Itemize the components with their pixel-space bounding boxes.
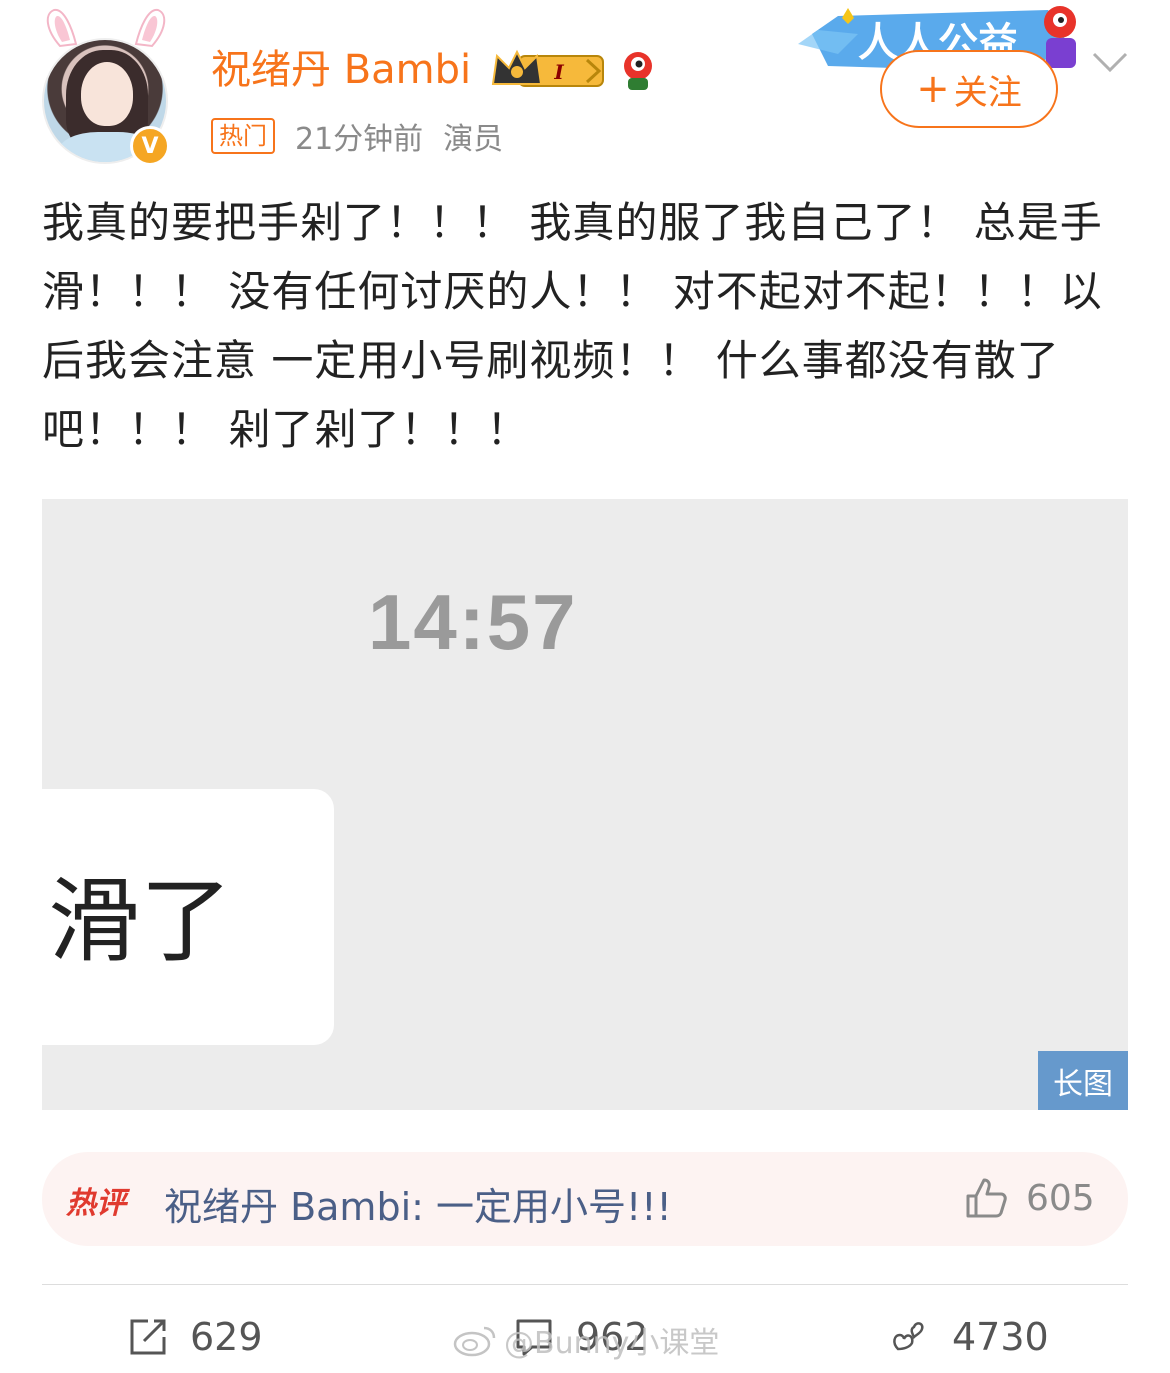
like-count: 4730: [952, 1315, 1049, 1359]
like-icon: [893, 1322, 924, 1351]
user-role: 演员: [443, 122, 504, 157]
image-time-text: 14:57: [368, 578, 578, 666]
post-image[interactable]: 14:57 滑了 长图: [42, 499, 1128, 1110]
post-meta: 热门 21分钟前 演员: [211, 116, 504, 157]
hot-comment-tag: 热评: [66, 1186, 126, 1221]
watermark-text: @Bunny小课堂: [504, 1326, 720, 1361]
avatar-face: [81, 62, 133, 126]
chevron-down-icon[interactable]: [1090, 48, 1130, 76]
hot-comment-like-button[interactable]: 605: [962, 1174, 1095, 1222]
hot-comment[interactable]: 热评 祝绪丹 Bambi: 一定用小号!!! 605: [42, 1152, 1128, 1246]
mascot-icon: [624, 52, 652, 90]
like-button[interactable]: 4730: [888, 1312, 1049, 1362]
watermark: @Bunny小课堂: [452, 1318, 719, 1362]
thumbs-up-icon: [966, 1178, 1007, 1218]
weibo-logo-icon: [453, 1326, 496, 1357]
vip-crown-badge-icon[interactable]: I: [489, 48, 607, 92]
hot-comment-text: 祝绪丹 Bambi: 一定用小号!!!: [164, 1185, 672, 1229]
repost-icon: [130, 1319, 166, 1355]
follow-button[interactable]: + 关注: [880, 50, 1058, 128]
post-text: 我真的要把手剁了！！！ 我真的服了我自己了！ 总是手滑！！！ 没有任何讨厌的人！…: [42, 198, 1103, 454]
hot-comment-like-count: 605: [1026, 1177, 1095, 1219]
username[interactable]: 祝绪丹 Bambi: [211, 44, 471, 96]
verified-badge-icon: V: [130, 126, 170, 166]
repost-button[interactable]: 629: [126, 1312, 263, 1362]
avatar-container[interactable]: V: [42, 8, 170, 166]
plus-icon: +: [916, 66, 950, 112]
level-badge-text: I: [553, 60, 564, 84]
divider: [42, 1284, 1128, 1285]
hot-tag: 热门: [211, 118, 275, 154]
long-image-badge: 长图: [1038, 1051, 1128, 1110]
repost-count: 629: [190, 1315, 263, 1359]
post-time: 21分钟前: [295, 122, 424, 157]
follow-label: 关注: [953, 72, 1022, 113]
image-bubble-text: 滑了: [48, 868, 233, 975]
image-chat-bubble: 滑了: [42, 789, 334, 1045]
